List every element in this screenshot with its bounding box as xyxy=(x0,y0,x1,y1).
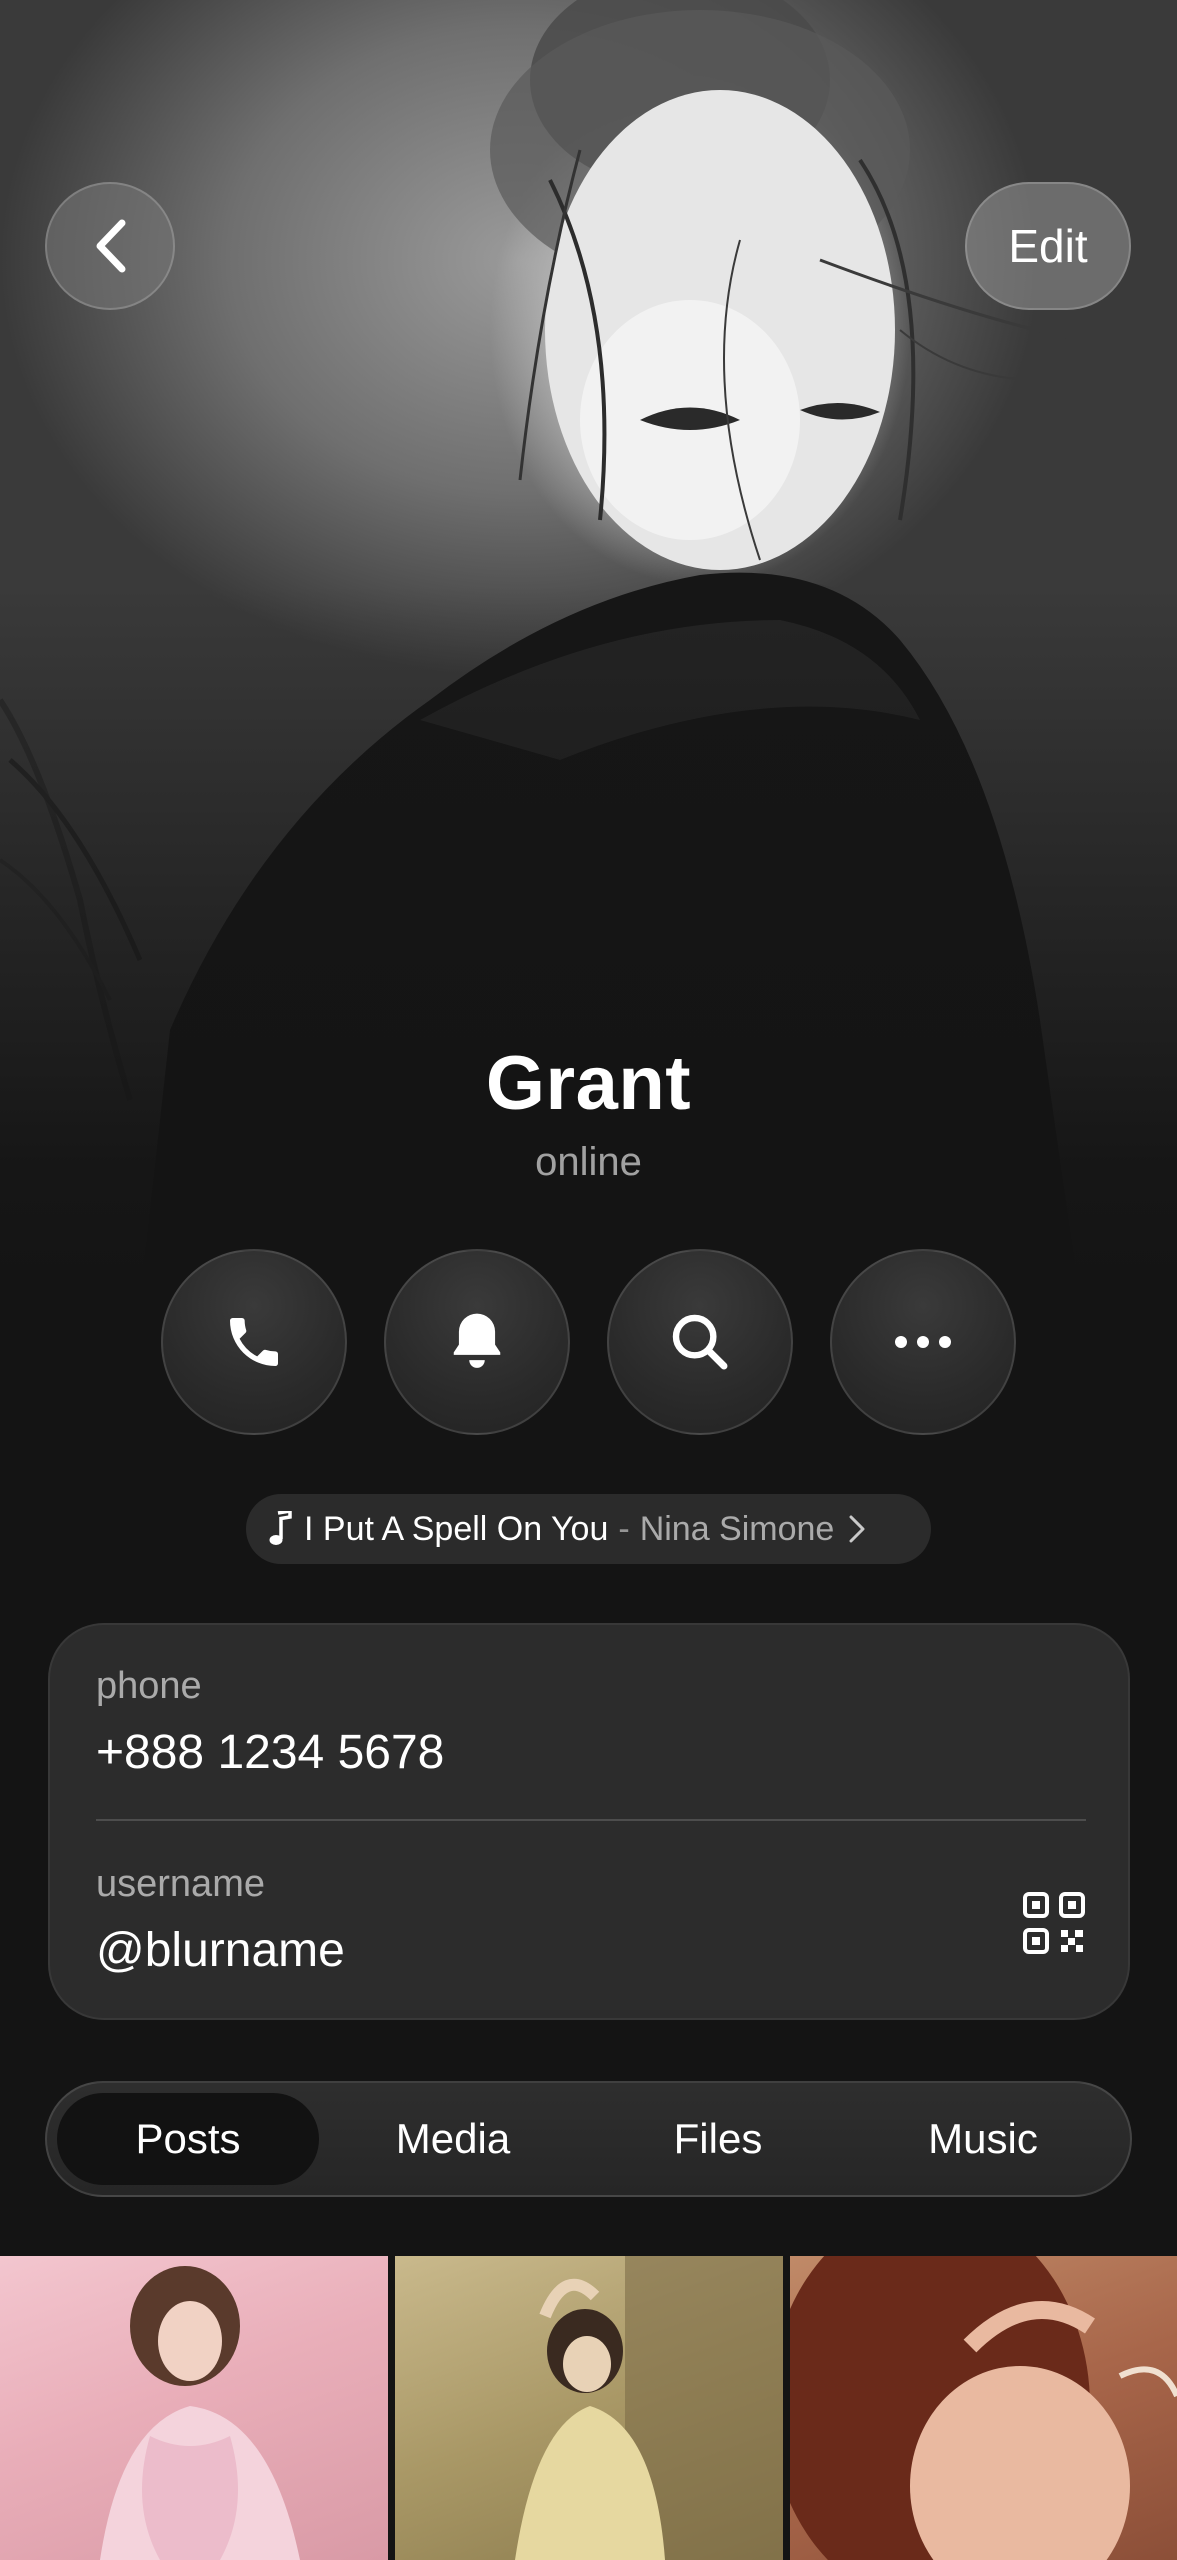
tab-media[interactable]: Media xyxy=(322,2093,584,2185)
search-icon xyxy=(672,1314,728,1370)
post-thumbnail[interactable] xyxy=(790,2256,1177,2560)
qr-code-button[interactable] xyxy=(1022,1891,1086,1955)
post-photo-illustration xyxy=(100,2266,300,2560)
more-icon xyxy=(895,1336,951,1348)
post-photo-illustration xyxy=(515,2256,783,2560)
call-button[interactable] xyxy=(161,1249,347,1435)
post-photo-illustration xyxy=(790,2256,1177,2560)
profile-tabs: Posts Media Files Music xyxy=(45,2081,1132,2197)
music-song-title: I Put A Spell On You xyxy=(304,1509,609,1548)
edit-button[interactable]: Edit xyxy=(965,182,1131,310)
search-button[interactable] xyxy=(607,1249,793,1435)
music-artist: Nina Simone xyxy=(639,1509,835,1548)
info-card: phone +888 1234 5678 username @blurname xyxy=(48,1623,1130,2020)
bell-icon xyxy=(453,1313,501,1368)
phone-icon xyxy=(230,1318,278,1366)
username-value[interactable]: @blurname xyxy=(96,1923,345,1978)
action-buttons xyxy=(161,1249,1016,1435)
music-separator: - xyxy=(618,1509,630,1548)
post-thumbnail[interactable] xyxy=(395,2256,783,2560)
qr-code-icon xyxy=(1023,1892,1085,1954)
info-divider xyxy=(96,1819,1086,1821)
more-button[interactable] xyxy=(830,1249,1016,1435)
phone-label: phone xyxy=(96,1665,202,1707)
tab-files[interactable]: Files xyxy=(587,2093,849,2185)
chevron-right-icon xyxy=(848,1514,866,1544)
back-button[interactable] xyxy=(45,182,175,310)
post-thumbnail[interactable] xyxy=(0,2256,388,2560)
profile-status: online xyxy=(535,1140,642,1184)
profile-name: Grant xyxy=(485,1041,692,1126)
tab-music[interactable]: Music xyxy=(852,2093,1114,2185)
posts-grid xyxy=(0,2256,1177,2560)
username-label: username xyxy=(96,1863,265,1905)
tab-posts[interactable]: Posts xyxy=(57,2093,319,2185)
music-note-icon xyxy=(268,1511,292,1547)
phone-value[interactable]: +888 1234 5678 xyxy=(96,1725,444,1780)
profile-music-pill[interactable]: I Put A Spell On You - Nina Simone xyxy=(246,1494,931,1564)
chevron-left-icon xyxy=(96,219,126,273)
mute-button[interactable] xyxy=(384,1249,570,1435)
